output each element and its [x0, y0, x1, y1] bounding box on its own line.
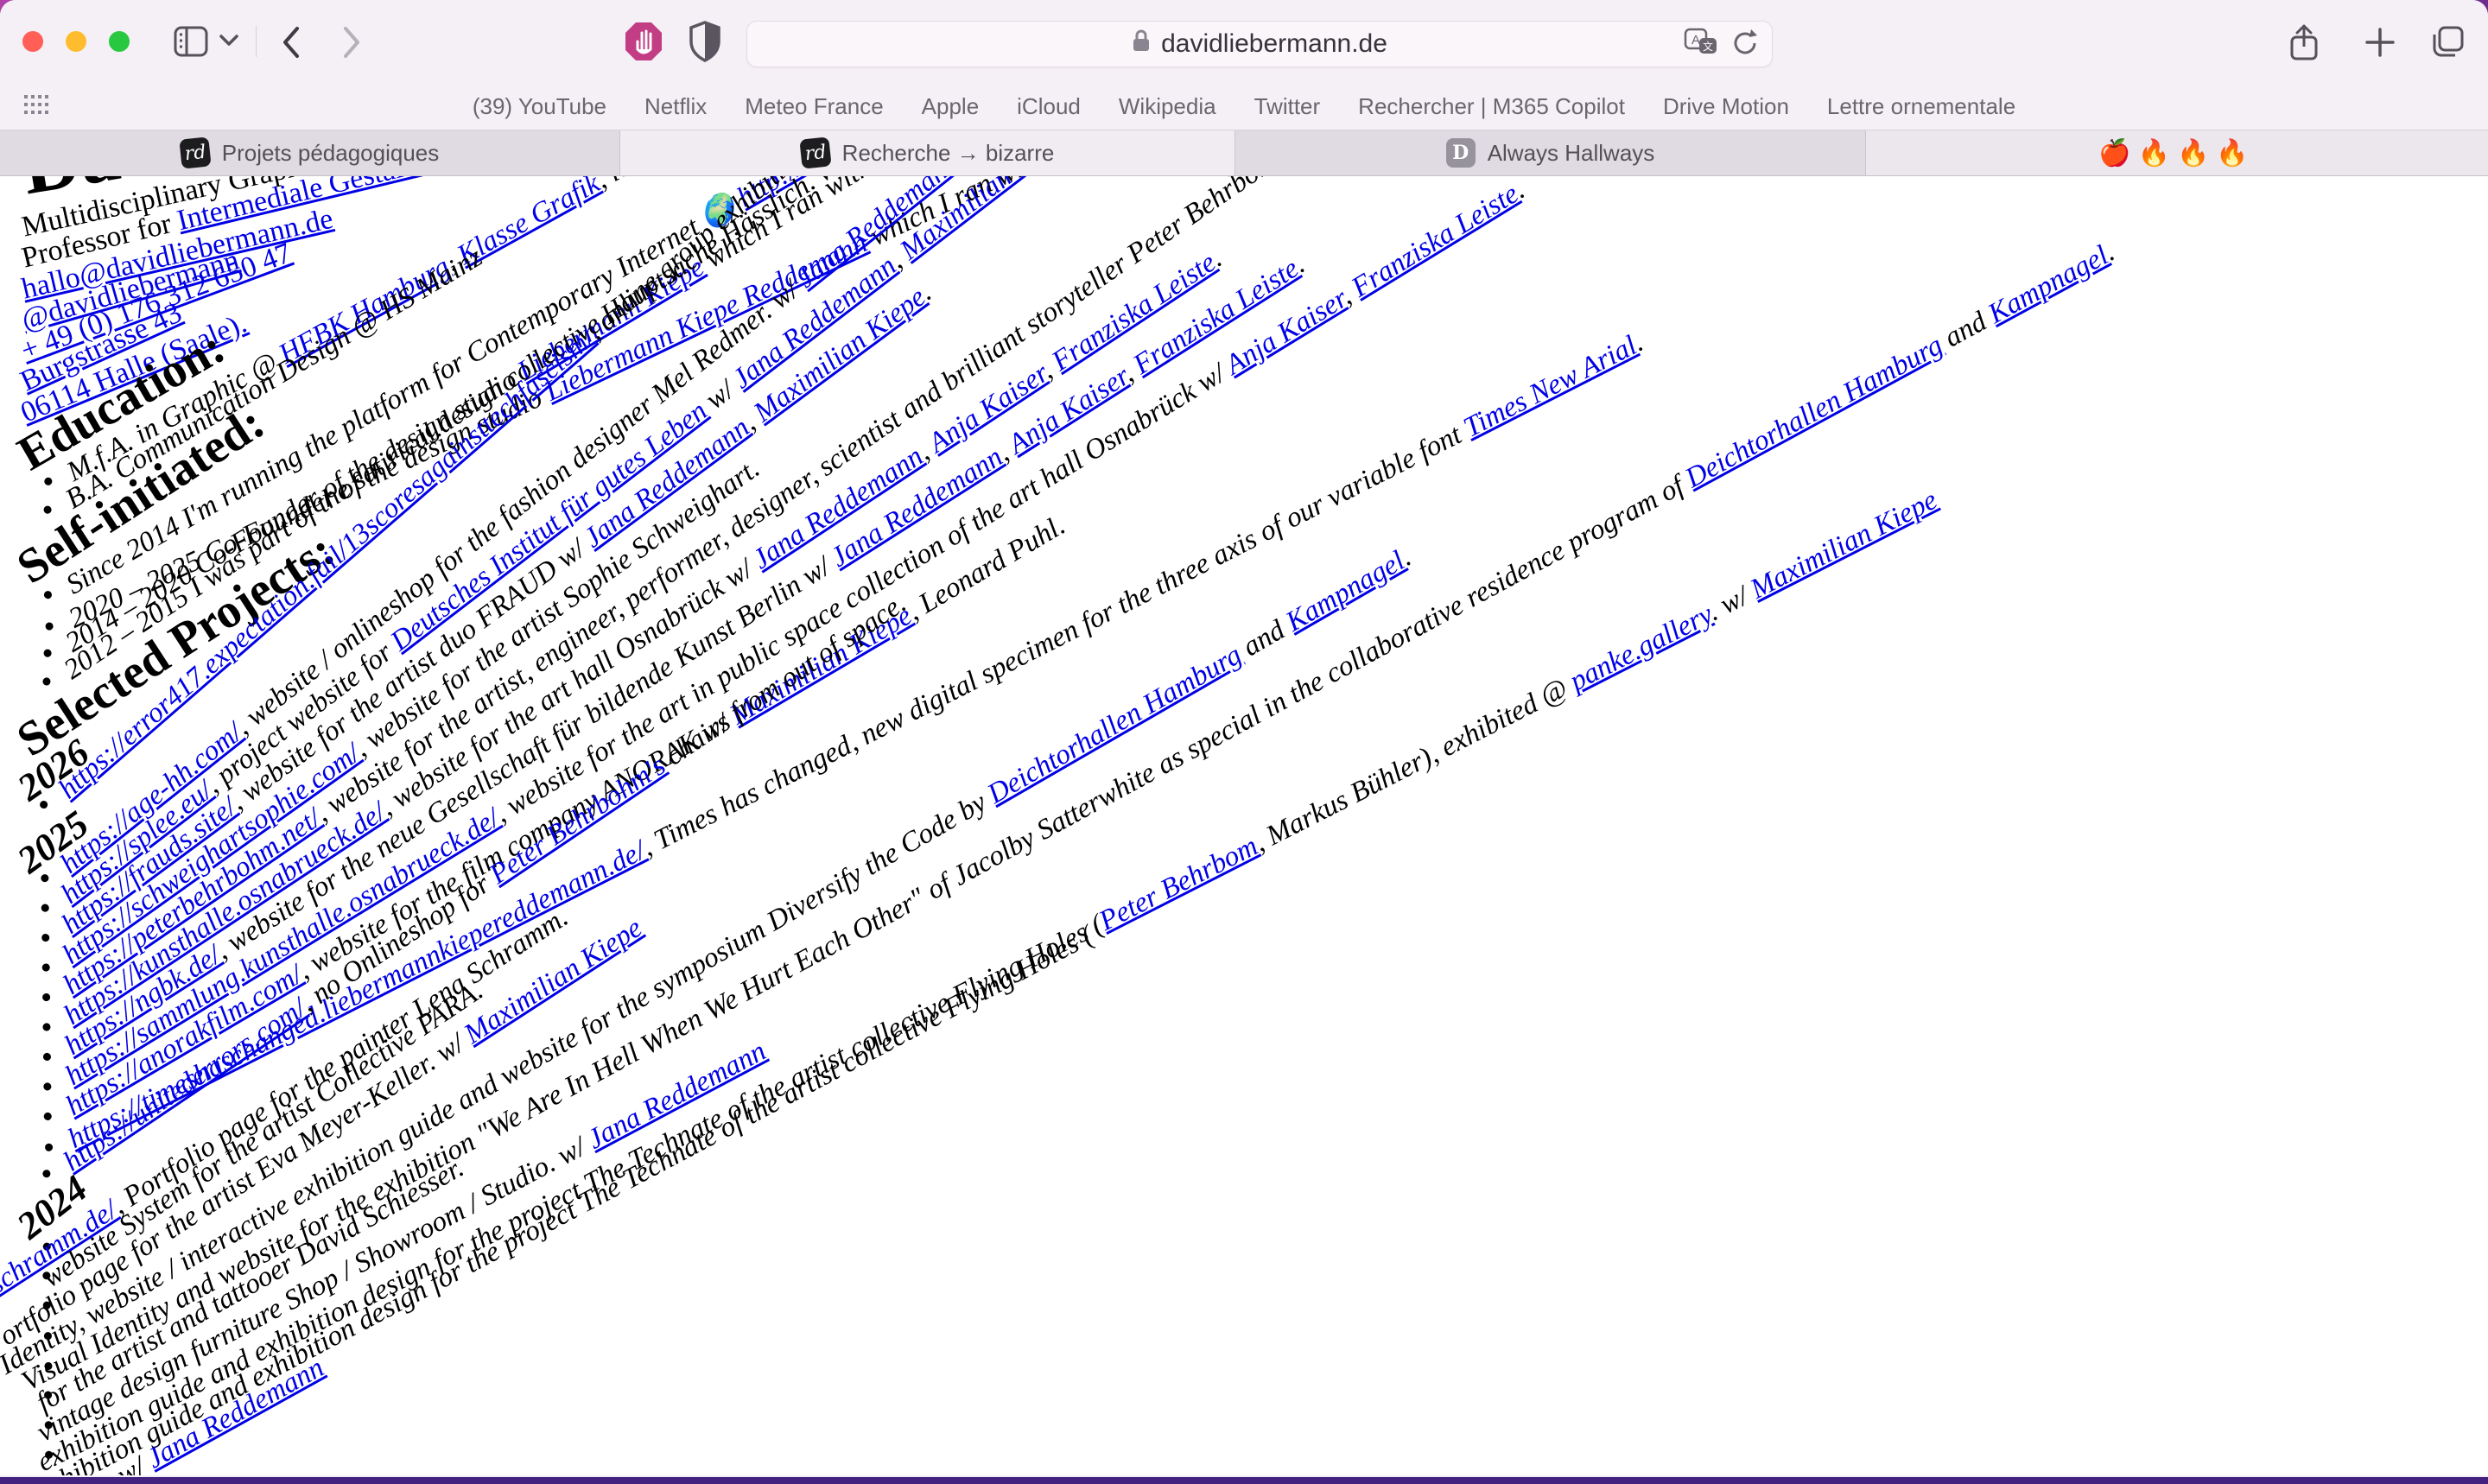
- favorite-item[interactable]: Meteo France: [745, 93, 883, 120]
- address-bar[interactable]: davidliebermann.de A文: [746, 21, 1773, 67]
- content-blocker-extension-icon[interactable]: [624, 21, 663, 67]
- tab-2[interactable]: rd Recherche → bizarre: [620, 130, 1235, 175]
- favorite-item[interactable]: (39) YouTube: [473, 93, 606, 120]
- favorite-item[interactable]: Rechercher | M365 Copilot: [1358, 93, 1625, 120]
- svg-text:文: 文: [1703, 40, 1713, 53]
- tab-favicon: rd: [179, 136, 211, 168]
- forward-button[interactable]: [339, 24, 365, 65]
- favorite-item[interactable]: Apple: [922, 93, 980, 120]
- bullet: •: [35, 580, 60, 611]
- new-tab-plus-icon[interactable]: [2364, 24, 2396, 65]
- address-text: davidliebermann.de: [1161, 29, 1387, 59]
- svg-text:A: A: [1691, 33, 1700, 48]
- bullet: •: [35, 1101, 60, 1132]
- traffic-lights: [22, 31, 130, 52]
- minimize-window-button[interactable]: [66, 31, 86, 52]
- tab-3[interactable]: D Always Hallways: [1235, 130, 1866, 175]
- share-icon[interactable]: [2288, 24, 2320, 67]
- desktop: { "browser": { "address": "davidlieberma…: [0, 0, 2488, 1484]
- tab-favicon: D: [1446, 138, 1476, 168]
- tab-bar: rd Projets pédagogiques rd Recherche → biza…: [0, 130, 2488, 176]
- toolbar-divider: [256, 26, 257, 57]
- tab-overview-icon[interactable]: [2429, 24, 2466, 65]
- favorites-items: (39) YouTube Netflix Meteo France Apple iClo…: [473, 93, 2015, 120]
- toolbar: davidliebermann.de A文: [0, 0, 2488, 83]
- favorite-item[interactable]: Wikipedia: [1119, 93, 1216, 120]
- tab-1[interactable]: rd Projets pédagogiques: [0, 130, 620, 175]
- close-window-button[interactable]: [22, 31, 43, 52]
- translate-icon[interactable]: A文: [1684, 28, 1718, 63]
- tab-title: Recherche → bizarre: [842, 140, 1055, 167]
- desktop-strip: [0, 1477, 2488, 1484]
- tab-bar-extra: 🍎🔥🔥🔥: [1866, 130, 2488, 175]
- back-button[interactable]: [278, 24, 304, 65]
- favorite-item[interactable]: Netflix: [644, 93, 707, 120]
- tab-title: Always Hallways: [1488, 140, 1655, 167]
- lock-icon: [1132, 29, 1151, 60]
- reload-icon[interactable]: [1730, 28, 1760, 63]
- sidebar-chevron-down-icon[interactable]: [218, 33, 240, 53]
- safari-window: davidliebermann.de A文 (39) YouTube: [0, 0, 2488, 1477]
- zoom-window-button[interactable]: [109, 31, 130, 52]
- tab-title: Projets pédagogiques: [222, 140, 440, 167]
- favorite-item[interactable]: Drive Motion: [1663, 93, 1789, 120]
- web-page: David LiebermannMultidisciplinary Graphi…: [0, 176, 2488, 1475]
- tab-favicon: rd: [799, 136, 831, 168]
- emoji-tab-title: 🍎🔥🔥🔥: [2098, 138, 2255, 168]
- favorites-bar: (39) YouTube Netflix Meteo France Apple iClo…: [0, 83, 2488, 130]
- favorite-item[interactable]: iCloud: [1017, 93, 1081, 120]
- favorite-item[interactable]: Twitter: [1254, 93, 1321, 120]
- favorites-grid-icon[interactable]: [24, 95, 54, 122]
- sidebar-toggle-icon[interactable]: [173, 24, 209, 63]
- favorite-item[interactable]: Lettre ornementale: [1827, 93, 2015, 120]
- page-content: David LiebermannMultidisciplinary Graphi…: [0, 176, 2488, 1475]
- privacy-shield-extension-icon[interactable]: [688, 21, 722, 67]
